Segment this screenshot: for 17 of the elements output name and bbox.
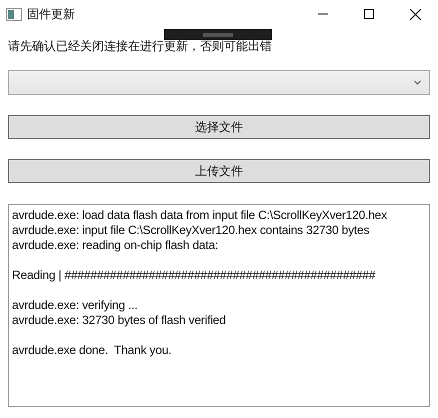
close-icon xyxy=(410,8,420,20)
app-icon xyxy=(6,8,22,20)
window-title: 固件更新 xyxy=(27,6,75,23)
action-button[interactable]: 选择文件 xyxy=(8,115,430,139)
chevron-down-icon xyxy=(414,80,421,85)
log-line: avrdude.exe: verifying ... xyxy=(12,298,138,313)
notice-text: 请先确认已经关闭连接在进行更新，否则可能出错 xyxy=(8,38,273,54)
grip-icon xyxy=(203,32,233,36)
log-line: avrdude.exe: load data flash data from input file C:\ScrollKeyXver120.hex xyxy=(12,208,387,223)
log-line: avrdude.exe: input file C:\ScrollKeyXver120.hex contains 32730 bytes xyxy=(12,223,370,238)
log-line: avrdude.exe: reading on-chip flash data: xyxy=(12,238,218,253)
debug-toolbar[interactable] xyxy=(164,29,272,40)
log-line: avrdude.exe: 32730 bytes of flash verified xyxy=(12,313,226,328)
log-line: avrdude.exe done. Thank you. xyxy=(12,343,172,358)
maximize-icon xyxy=(364,9,374,19)
log-line: Reading | ################################################ xyxy=(12,268,376,283)
action-button[interactable]: 上传文件 xyxy=(8,159,430,183)
